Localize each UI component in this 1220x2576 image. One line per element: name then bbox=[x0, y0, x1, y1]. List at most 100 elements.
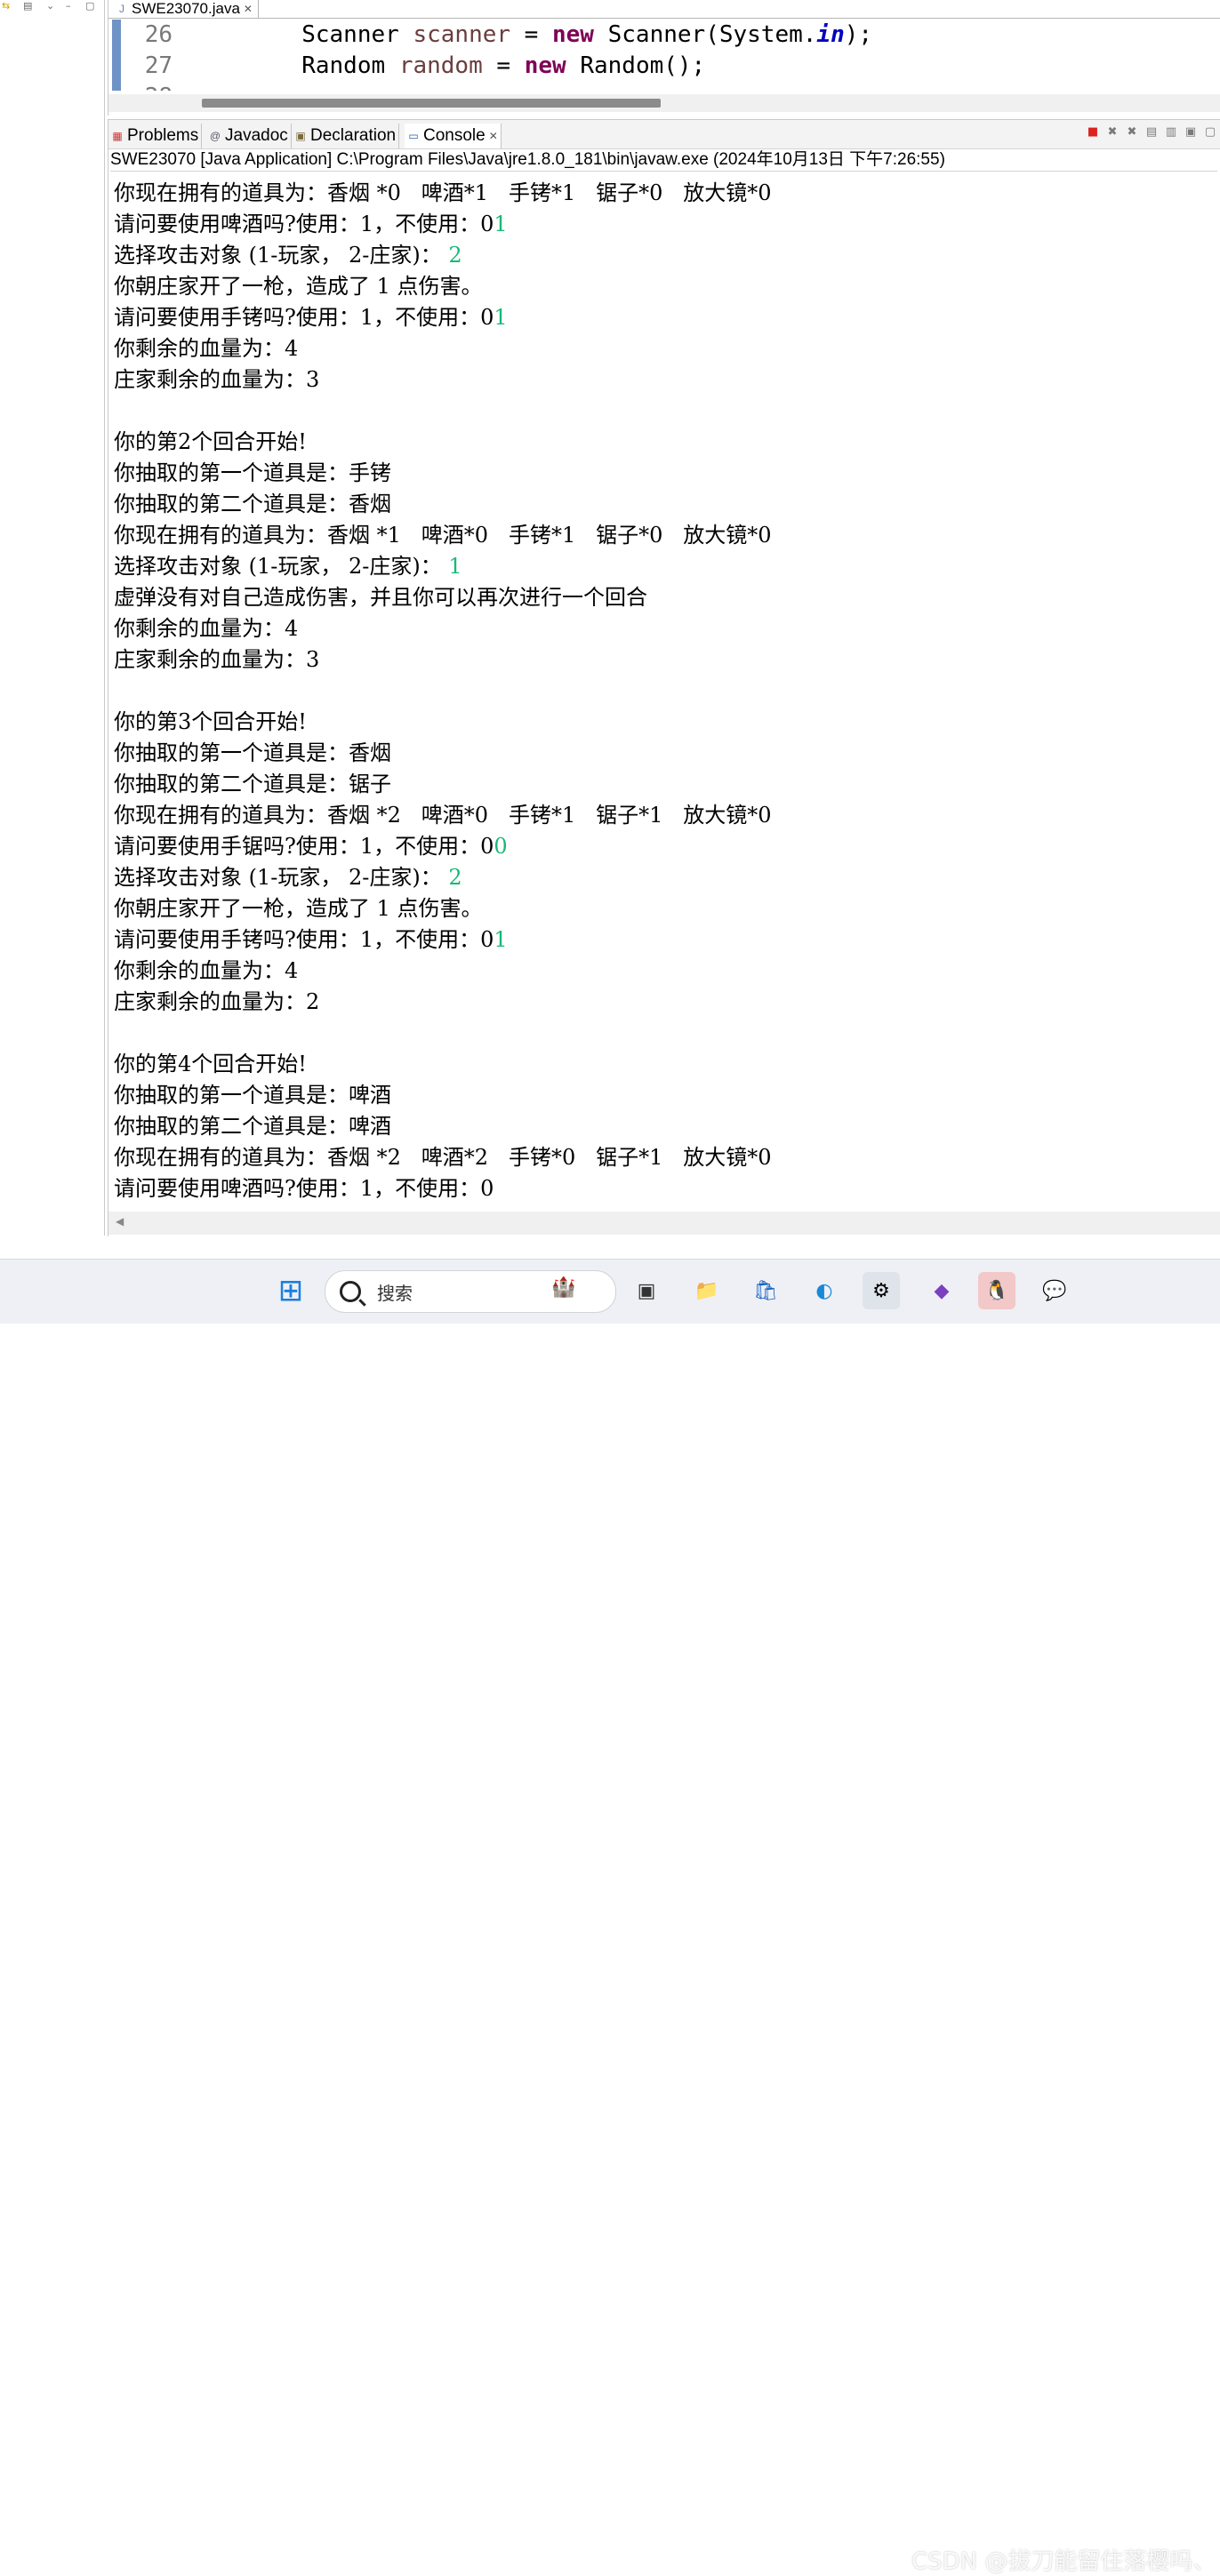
close-console-icon[interactable]: ✕ bbox=[489, 130, 498, 142]
console-line-text: 你朝庄家开了一枪，造成了 1 点伤害。 bbox=[114, 896, 483, 921]
console-line-text: 选择攻击对象 (1-玩家， 2-庄家)： bbox=[114, 243, 449, 268]
scroll-lock-icon[interactable]: ▥ bbox=[1164, 125, 1178, 140]
console-line: 你现在拥有的道具为：香烟 *1 啤酒*0 手铐*1 锯子*0 放大镜*0 bbox=[114, 520, 772, 551]
java-file-icon: J bbox=[119, 3, 124, 15]
code-line[interactable]: 28 bbox=[123, 82, 1216, 91]
taskbar-search[interactable]: 搜索 🏰 bbox=[325, 1270, 616, 1313]
console-output[interactable]: 你抽取的第二个道具是：手铐你现在拥有的道具为：香烟 *0 啤酒*1 手铐*1 锯… bbox=[114, 172, 1216, 1212]
console-line: 你的第3个回合开始! bbox=[114, 707, 772, 738]
tab-console[interactable]: ▭ Console ✕ bbox=[405, 124, 502, 148]
console-line-text: 你现在拥有的道具为：香烟 *2 啤酒*0 手铐*1 锯子*1 放大镜*0 bbox=[114, 803, 772, 828]
code-token: Random bbox=[190, 52, 399, 79]
console-line-text: 你的第4个回合开始! bbox=[114, 1052, 307, 1076]
editor-file-tab[interactable]: J SWE23070.java ✕ bbox=[112, 0, 259, 18]
console-line: 请问要使用手铐吗?使用：1，不使用：01 bbox=[114, 924, 772, 956]
search-icon bbox=[340, 1281, 361, 1302]
console-line: 你现在拥有的道具为：香烟 *2 啤酒*0 手铐*1 锯子*1 放大镜*0 bbox=[114, 800, 772, 831]
csdn-watermark: CSDN @拔刀能留住落樱吗、 bbox=[911, 2548, 1216, 2575]
console-line-text: 请问要使用啤酒吗?使用：1，不使用：0 bbox=[114, 1176, 494, 1201]
console-icon: ▭ bbox=[408, 130, 419, 142]
minimize-icon[interactable]: – bbox=[66, 0, 71, 12]
remove-all-icon[interactable]: ✖ bbox=[1125, 125, 1139, 140]
remove-launch-icon[interactable]: ✖ bbox=[1105, 125, 1120, 140]
eclipse-icon[interactable]: ⚙ bbox=[863, 1272, 900, 1309]
clear-console-icon[interactable]: ▤ bbox=[1144, 125, 1159, 140]
terminate-icon[interactable]: ■ bbox=[1086, 125, 1100, 140]
console-line: 你抽取的第一个道具是：香烟 bbox=[114, 738, 772, 769]
code-token: Scanner bbox=[190, 21, 413, 48]
console-line: 你抽取的第二个道具是：啤酒 bbox=[114, 1111, 772, 1142]
package-explorer-pane: ⇆ ▤ ⌄ – ▢ bbox=[0, 0, 105, 1236]
console-line: 你朝庄家开了一枪，造成了 1 点伤害。 bbox=[114, 271, 772, 302]
pin-console-icon[interactable]: ▣ bbox=[1184, 125, 1198, 140]
view-menu-icon[interactable]: ⌄ bbox=[46, 0, 54, 12]
view-tabbar: ▦ Problems @ Javadoc ▣ Declaration ▭ Con… bbox=[108, 120, 1220, 149]
change-ruler bbox=[112, 20, 121, 91]
console-line-text: 你抽取的第二个道具是：香烟 bbox=[114, 492, 391, 516]
console-line: 请问要使用啤酒吗?使用：1，不使用：01 bbox=[114, 209, 772, 240]
console-line-text: 你现在拥有的道具为：香烟 *0 啤酒*1 手铐*1 锯子*0 放大镜*0 bbox=[114, 180, 772, 205]
console-line-text: 请问要使用啤酒吗?使用：1，不使用：0 bbox=[114, 212, 494, 236]
editor-horizontal-scrollbar[interactable] bbox=[108, 94, 1220, 112]
code-token: = bbox=[482, 52, 525, 79]
console-line-text: 你抽取的第一个道具是：香烟 bbox=[114, 740, 391, 765]
console-line-text: 你现在拥有的道具为：香烟 *1 啤酒*0 手铐*1 锯子*0 放大镜*0 bbox=[114, 523, 772, 548]
console-line: 你剩余的血量为：4 bbox=[114, 333, 772, 364]
wechat-icon[interactable]: 💬 bbox=[1036, 1272, 1073, 1309]
store-icon[interactable]: 🛍 bbox=[747, 1272, 784, 1309]
console-line-text: 你抽取的第二个道具是：啤酒 bbox=[114, 1114, 391, 1139]
display-console-icon[interactable]: ▢ bbox=[1203, 125, 1217, 140]
qq-icon[interactable]: 🐧 bbox=[978, 1272, 1015, 1309]
file-explorer-icon[interactable]: 📁 bbox=[688, 1272, 726, 1309]
collapse-all-icon[interactable]: ▤ bbox=[23, 0, 32, 12]
console-line-text: 请问要使用手锯吗?使用：1，不使用：0 bbox=[114, 834, 494, 859]
visual-studio-icon[interactable]: ◆ bbox=[923, 1272, 960, 1309]
editor-scroll-thumb[interactable] bbox=[202, 99, 661, 108]
code-area[interactable]: 26 Scanner scanner = new Scanner(System.… bbox=[123, 20, 1216, 91]
tab-problems[interactable]: ▦ Problems bbox=[108, 124, 203, 148]
scroll-left-icon[interactable]: ◀ bbox=[116, 1215, 124, 1228]
start-icon[interactable]: ⊞ bbox=[272, 1272, 309, 1309]
console-line-text: 庄家剩余的血量为：3 bbox=[114, 647, 320, 672]
console-line: 请问要使用啤酒吗?使用：1，不使用：0 bbox=[114, 1173, 772, 1204]
tab-javadoc[interactable]: @ Javadoc bbox=[206, 124, 292, 148]
code-line[interactable]: 27 Random random = new Random(); bbox=[123, 51, 1216, 82]
console-line-text: 你抽取的第二个道具是：手铐 bbox=[114, 172, 391, 174]
code-token: in bbox=[816, 21, 845, 48]
tab-problems-label: Problems bbox=[127, 126, 199, 145]
windows-taskbar: ⊞ 搜索 🏰 ▣ 📁 🛍 ◐ ⚙ ◆ 🐧 💬 CSDN @拔刀能留住落樱吗、 bbox=[0, 1259, 1220, 2575]
code-token: = bbox=[510, 21, 552, 48]
console-line: 你现在拥有的道具为：香烟 *2 啤酒*2 手铐*0 锯子*1 放大镜*0 bbox=[114, 1142, 772, 1173]
maximize-icon[interactable]: ▢ bbox=[85, 0, 94, 12]
java-editor[interactable]: J SWE23070.java ✕ 26 Scanner scanner = n… bbox=[108, 0, 1220, 116]
console-user-input: 1 bbox=[494, 927, 508, 952]
console-line: 你抽取的第二个道具是：香烟 bbox=[114, 489, 772, 520]
console-line: 你朝庄家开了一枪，造成了 1 点伤害。 bbox=[114, 893, 772, 924]
console-line: 你剩余的血量为：4 bbox=[114, 613, 772, 644]
console-line-text: 庄家剩余的血量为：2 bbox=[114, 989, 320, 1014]
console-line-text: 你剩余的血量为：4 bbox=[114, 616, 299, 641]
console-line: 选择攻击对象 (1-玩家， 2-庄家)： 2 bbox=[114, 862, 772, 893]
console-line: 你抽取的第二个道具是：手铐 bbox=[114, 172, 772, 178]
console-line-text: 你抽取的第二个道具是：锯子 bbox=[114, 772, 391, 796]
task-view-icon[interactable]: ▣ bbox=[628, 1272, 665, 1309]
close-tab-icon[interactable]: ✕ bbox=[244, 0, 253, 18]
code-line[interactable]: 26 Scanner scanner = new Scanner(System.… bbox=[123, 20, 1216, 51]
code-token: ); bbox=[844, 21, 873, 48]
process-label: SWE23070 [Java Application] C:\Program F… bbox=[110, 149, 1217, 172]
tab-declaration[interactable]: ▣ Declaration bbox=[292, 124, 400, 148]
line-number: 27 bbox=[144, 52, 173, 79]
console-user-input: 1 bbox=[494, 212, 508, 236]
console-user-input: 1 bbox=[448, 554, 462, 579]
edge-icon[interactable]: ◐ bbox=[806, 1272, 843, 1309]
console-line-text: 你抽取的第一个道具是：手铐 bbox=[114, 460, 391, 485]
link-editor-icon[interactable]: ⇆ bbox=[2, 0, 10, 12]
console-line: 你的第4个回合开始! bbox=[114, 1049, 772, 1080]
console-line-text: 请问要使用手铐吗?使用：1，不使用：0 bbox=[114, 927, 494, 952]
console-toolbar: ■ ✖ ✖ ▤ ▥ ▣ ▢ bbox=[1086, 125, 1217, 140]
console-horizontal-scrollbar[interactable]: ◀ bbox=[108, 1212, 1220, 1235]
line-number: 28 bbox=[123, 82, 190, 91]
